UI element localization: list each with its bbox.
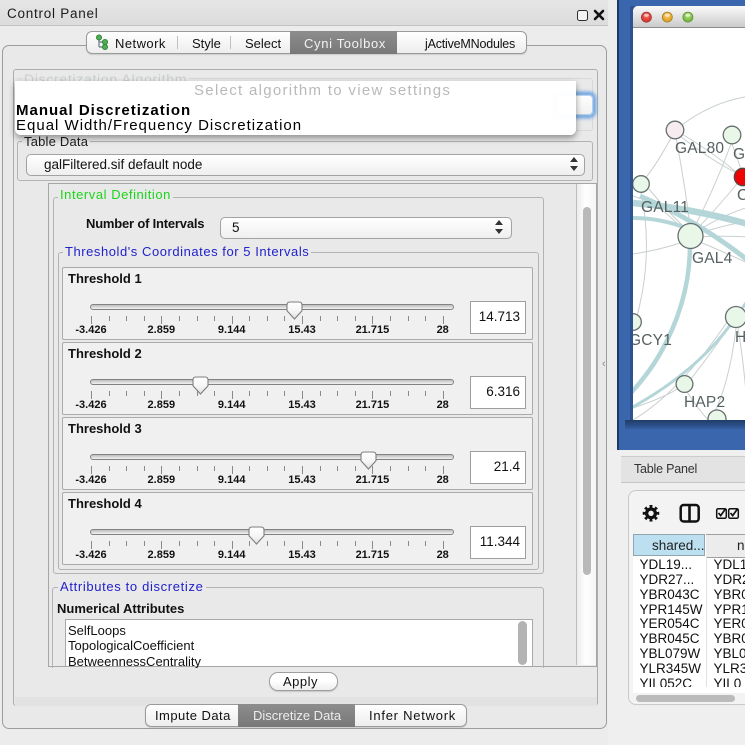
svg-text:GA: GA	[733, 146, 745, 163]
svg-text:GAL80: GAL80	[675, 140, 724, 157]
svg-text:GAL11: GAL11	[641, 199, 689, 216]
svg-text:GAL4: GAL4	[692, 250, 733, 267]
svg-text:GCY1: GCY1	[633, 332, 672, 349]
svg-text:C: C	[737, 187, 745, 204]
svg-text:H: H	[735, 329, 745, 346]
svg-text:HAP2: HAP2	[684, 394, 725, 411]
